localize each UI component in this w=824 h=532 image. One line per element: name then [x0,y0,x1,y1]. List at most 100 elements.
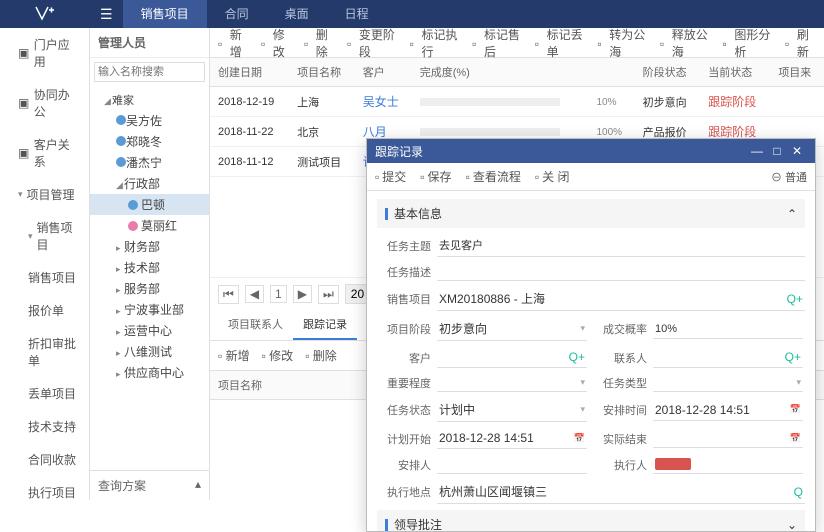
tree-footer[interactable]: 查询方案 ▴ [90,470,209,500]
chevron-down-icon: ⌄ [787,518,797,532]
subtoolbar-btn[interactable]: ▫ 新增 [218,347,250,364]
toolbar-share[interactable]: ▫转为公海 [597,26,648,60]
subtab[interactable]: 跟踪记录 [293,310,357,340]
tasktype-field[interactable]: ▾ [653,374,803,392]
toolbar-swap[interactable]: ▫变更阶段 [347,26,398,60]
sidebar-item[interactable]: 报价单 [0,294,89,327]
column-header[interactable]: 当前状态 [700,58,770,87]
tree-dept[interactable]: ▸财务部 [90,236,209,257]
column-header[interactable]: 创建日期 [210,58,289,87]
search-icon[interactable]: Q+ [787,292,803,306]
topnav-tab[interactable]: 桌面 [267,0,327,28]
sidebar-item[interactable]: 执行项目 [0,476,89,500]
arranger-field[interactable] [437,456,587,474]
sidebar-item[interactable]: 合同收款 [0,443,89,476]
maximize-icon[interactable]: □ [767,144,787,158]
menu-toggle-icon[interactable]: ☰ [90,6,123,23]
mode-toggle[interactable]: ⊖ 普通 [771,169,807,185]
executor-field[interactable] [653,455,803,474]
tree-dept[interactable]: ▸运营中心 [90,320,209,341]
toolbar-plus[interactable]: ▫新增 [218,26,249,60]
status-field[interactable]: 计划中▾ [437,398,587,422]
stage-field[interactable]: 初步意向▾ [437,317,587,341]
toolbar-edit[interactable]: ▫修改 [261,26,292,60]
tree-dept[interactable]: ▸八维测试 [90,341,209,362]
modal-save-button[interactable]: ▫保存 [420,168,451,185]
toolbar-tag[interactable]: ▫标记丢单 [535,26,586,60]
tree-dept[interactable]: ▸服务部 [90,278,209,299]
project-field[interactable]: XM20180886 - 上海Q+ [437,287,805,311]
subtoolbar-btn[interactable]: ▫ 修改 [262,347,294,364]
toolbar-tag[interactable]: ▫标记售后 [472,26,523,60]
table-row[interactable]: 2018-12-19上海吴女士10%初步意向跟踪阶段 [210,87,824,117]
toolbar-trash[interactable]: ▫删除 [304,26,335,60]
status-link[interactable]: 跟踪阶段 [708,95,756,109]
toolbar-release[interactable]: ▫释放公海 [660,26,711,60]
tree-dept[interactable]: ▸宁波事业部 [90,299,209,320]
pager-last[interactable]: ⏭ [318,285,339,304]
close-icon[interactable]: ✕ [787,144,807,158]
sidebar-item[interactable]: ▾项目管理 [0,178,89,211]
sidebar-item[interactable]: ▾销售项目 [0,211,89,261]
contact-field[interactable]: Q+ [653,347,803,368]
start-field[interactable]: 2018-12-28 14:51📅 [437,428,587,449]
customer-field[interactable]: Q+ [437,347,587,368]
minimize-icon[interactable]: — [747,144,767,158]
priority-field[interactable]: ▾ [437,374,587,392]
subtoolbar-btn[interactable]: ▫ 删除 [305,347,337,364]
winrate-field[interactable]: 10% [653,320,803,339]
tree-dept[interactable]: ◢行政部 [90,173,209,194]
sidebar-item[interactable]: ▣门户应用 [0,28,89,78]
toolbar-refresh[interactable]: ▫刷新 [785,26,816,60]
customer-link[interactable]: 八月 [363,125,387,139]
topnav-tab[interactable]: 销售项目 [123,0,207,28]
pager-next[interactable]: ▶ [293,285,312,303]
tree-person[interactable]: 潘杰宁 [90,152,209,173]
tree-person[interactable]: 莫丽红 [90,215,209,236]
sidebar-item[interactable]: 销售项目 [0,261,89,294]
toolbar-check[interactable]: ▫标记执行 [410,26,461,60]
modal-close-button[interactable]: ▫关 闭 [535,168,570,185]
topnav-tab[interactable]: 合同 [207,0,267,28]
pager-first[interactable]: ⏮ [218,285,239,304]
sidebar-item[interactable]: 技术支持 [0,410,89,443]
section-approval[interactable]: 领导批注⌄ [377,510,805,531]
modal-flow-button[interactable]: ▫查看流程 [466,168,521,185]
topnav-tab[interactable]: 日程 [327,0,387,28]
customer-link[interactable]: 吴女士 [363,95,399,109]
section-basic-info[interactable]: 基本信息⌃ [377,199,805,228]
subject-field[interactable]: 去见客户 [437,234,805,257]
sidebar-item[interactable]: ▣协同办公 [0,78,89,128]
tree-person[interactable]: 巴顿 [90,194,209,215]
tree-person[interactable]: 吴方佐 [90,110,209,131]
logo [0,0,90,28]
release-icon: ▫ [660,37,669,48]
sidebar-item[interactable]: ▣客户关系 [0,128,89,178]
pager-page[interactable]: 1 [270,285,287,303]
tree-search-input[interactable] [94,62,205,82]
tree-dept[interactable]: ▸供应商中心 [90,362,209,383]
column-header[interactable]: 阶段状态 [635,58,701,87]
pager-prev[interactable]: ◀ [245,285,264,303]
end-field[interactable]: 📅 [653,430,803,448]
tree-root[interactable]: ◢难家 [90,90,209,110]
column-header[interactable]: 项目名称 [289,58,355,87]
column-header[interactable]: 客户 [355,58,412,87]
sidebar-item[interactable]: 折扣审批单 [0,327,89,377]
main-toolbar: ▫新增▫修改▫删除▫变更阶段▫标记执行▫标记售后▫标记丢单▫转为公海▫释放公海▫… [210,28,824,58]
column-header[interactable] [583,58,635,87]
addr-field[interactable]: 杭州萧山区闻堰镇三Q [437,480,805,504]
toolbar-chart[interactable]: ▫图形分析 [722,26,773,60]
tree-person[interactable]: 郑晓冬 [90,131,209,152]
sidebar-item[interactable]: 丢单项目 [0,377,89,410]
column-header[interactable]: 项目来 [770,58,824,87]
modal-submit-button[interactable]: ▫提交 [375,168,406,185]
sidebar: ▣门户应用▣协同办公▣客户关系▾项目管理▾销售项目销售项目报价单折扣审批单丢单项… [0,28,90,500]
column-header[interactable]: 完成度(%) [412,58,583,87]
tree-panel: 管理人员 ◢难家吴方佐郑晓冬潘杰宁◢行政部巴顿莫丽红▸财务部▸技术部▸服务部▸宁… [90,28,210,500]
subtab[interactable]: 项目联系人 [218,310,293,340]
tree-dept[interactable]: ▸技术部 [90,257,209,278]
status-link[interactable]: 跟踪阶段 [708,125,756,139]
desc-field[interactable] [437,263,805,281]
plantime-field[interactable]: 2018-12-28 14:51📅 [653,400,803,421]
